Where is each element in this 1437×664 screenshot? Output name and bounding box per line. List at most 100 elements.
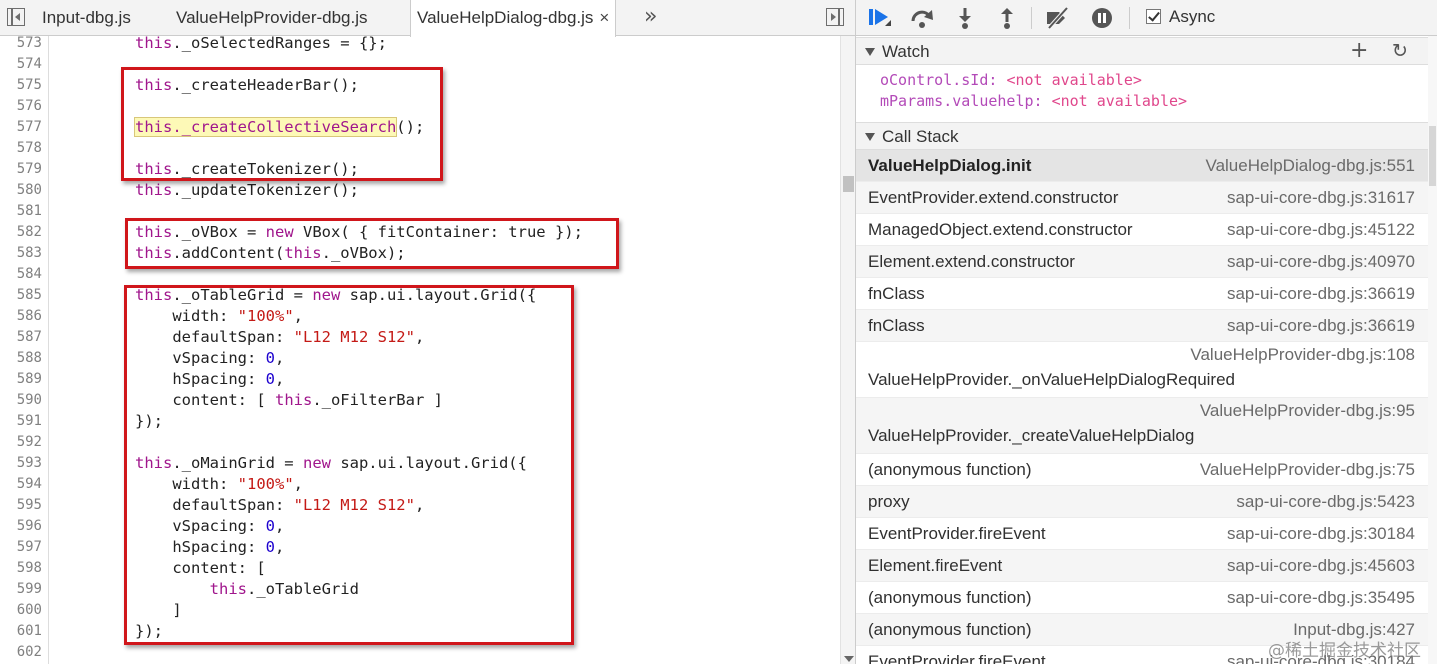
- close-tab-icon[interactable]: ×: [599, 8, 609, 27]
- watch-item[interactable]: oControl.sId: <not available>: [880, 70, 1142, 91]
- call-frame-location[interactable]: ValueHelpProvider-dbg.js:95: [1200, 401, 1415, 421]
- tab-valuehelpprovider-dbg[interactable]: ValueHelpProvider-dbg.js: [176, 0, 368, 36]
- toolbar-divider: [1031, 7, 1032, 29]
- line-number-gutter[interactable]: 573 574 575 576 577 578 579 580 581 582 583 584 585 5…: [0, 33, 49, 664]
- debugger-sidebar: Async Watch + ↻ oControl.sId: <not avail…: [856, 0, 1437, 664]
- editor-scrollbar[interactable]: [840, 36, 855, 664]
- line-number[interactable]: 582: [0, 222, 42, 243]
- line-number[interactable]: 602: [0, 642, 42, 663]
- call-frame-location[interactable]: sap-ui-core-dbg.js:36619: [1227, 284, 1415, 304]
- call-frame-location[interactable]: sap-ui-core-dbg.js:45603: [1227, 556, 1415, 576]
- watch-item[interactable]: mParams.valuehelp: <not available>: [880, 91, 1187, 112]
- call-frame-location[interactable]: ValueHelpDialog-dbg.js:551: [1206, 156, 1416, 176]
- step-over-icon[interactable]: [910, 6, 934, 30]
- line-number[interactable]: 600: [0, 600, 42, 621]
- expand-triangle-icon[interactable]: [865, 48, 875, 56]
- toggle-debugger-icon[interactable]: [826, 8, 844, 26]
- toolbar-divider: [1129, 7, 1130, 29]
- call-frame-function: (anonymous function): [868, 460, 1032, 479]
- line-number[interactable]: 574: [0, 54, 42, 75]
- code-line: this._updateTokenizer();: [135, 181, 359, 199]
- code-line: this._oSelectedRanges = {};: [135, 34, 387, 52]
- call-frame-function: EventProvider.extend.constructor: [868, 188, 1119, 207]
- call-frame[interactable]: (anonymous function) ValueHelpProvider-db…: [856, 454, 1428, 486]
- line-number[interactable]: 588: [0, 348, 42, 369]
- call-frame-location[interactable]: sap-ui-core-dbg.js:31617: [1227, 188, 1415, 208]
- call-frame-function: proxy: [868, 492, 910, 511]
- call-stack-section-header[interactable]: Call Stack: [856, 122, 1428, 150]
- call-frame[interactable]: fnClass sap-ui-core-dbg.js:36619: [856, 278, 1428, 310]
- line-number[interactable]: 586: [0, 306, 42, 327]
- call-frame-function: ValueHelpDialog.init: [868, 156, 1032, 175]
- annotation-box-grids: [124, 285, 574, 645]
- resume-icon[interactable]: [867, 6, 891, 30]
- line-number[interactable]: 580: [0, 180, 42, 201]
- call-frame-location[interactable]: ValueHelpProvider-dbg.js:75: [1200, 460, 1415, 480]
- async-checkbox[interactable]: [1146, 9, 1161, 24]
- line-number[interactable]: 592: [0, 432, 42, 453]
- tab-input-dbg[interactable]: Input-dbg.js: [42, 0, 131, 36]
- call-frame-location[interactable]: sap-ui-core-dbg.js:35495: [1227, 588, 1415, 608]
- line-number[interactable]: 583: [0, 243, 42, 264]
- call-frame[interactable]: ManagedObject.extend.constructor sap-ui-c…: [856, 214, 1428, 246]
- pause-on-exceptions-icon[interactable]: [1090, 6, 1114, 30]
- line-number[interactable]: 577: [0, 117, 42, 138]
- line-number[interactable]: 573: [0, 33, 42, 54]
- call-frame[interactable]: fnClass sap-ui-core-dbg.js:36619: [856, 310, 1428, 342]
- add-watch-icon[interactable]: +: [1350, 40, 1368, 62]
- editor-scrollbar-thumb[interactable]: [843, 176, 854, 192]
- step-out-icon[interactable]: [995, 6, 1019, 30]
- source-editor: Input-dbg.js ValueHelpProvider-dbg.js Va…: [0, 0, 856, 664]
- call-frame[interactable]: Element.fireEvent sap-ui-core-dbg.js:4560…: [856, 550, 1428, 582]
- call-frame[interactable]: ValueHelpProvider._createValueHelpDialog…: [856, 398, 1428, 454]
- line-number[interactable]: 593: [0, 453, 42, 474]
- call-frame-location[interactable]: sap-ui-core-dbg.js:5423: [1236, 492, 1415, 512]
- call-frame-function: ManagedObject.extend.constructor: [868, 220, 1133, 239]
- call-frame-location[interactable]: ValueHelpProvider-dbg.js:108: [1190, 345, 1415, 365]
- tab-valuehelpdialog-dbg[interactable]: ValueHelpDialog-dbg.js ×: [410, 0, 617, 37]
- sidebar-scrollbar-thumb[interactable]: [1429, 126, 1436, 186]
- line-number[interactable]: 601: [0, 621, 42, 642]
- line-number[interactable]: 575: [0, 75, 42, 96]
- line-number[interactable]: 598: [0, 558, 42, 579]
- call-frame[interactable]: EventProvider.fireEvent sap-ui-core-dbg.j…: [856, 518, 1428, 550]
- line-number[interactable]: 587: [0, 327, 42, 348]
- line-number[interactable]: 595: [0, 495, 42, 516]
- line-number[interactable]: 578: [0, 138, 42, 159]
- watch-section-header[interactable]: Watch + ↻: [856, 37, 1428, 65]
- line-number[interactable]: 597: [0, 537, 42, 558]
- deactivate-breakpoints-icon[interactable]: [1045, 6, 1069, 30]
- call-frame[interactable]: Element.extend.constructor sap-ui-core-db…: [856, 246, 1428, 278]
- line-number[interactable]: 581: [0, 201, 42, 222]
- call-frame-location[interactable]: sap-ui-core-dbg.js:45122: [1227, 220, 1415, 240]
- line-number[interactable]: 594: [0, 474, 42, 495]
- line-number[interactable]: 591: [0, 411, 42, 432]
- call-frame-location[interactable]: sap-ui-core-dbg.js:30184: [1227, 524, 1415, 544]
- refresh-watch-icon[interactable]: ↻: [1392, 40, 1408, 62]
- call-frame-location[interactable]: sap-ui-core-dbg.js:40970: [1227, 252, 1415, 272]
- toggle-navigator-icon[interactable]: [7, 8, 25, 26]
- call-frame-function: EventProvider.fireEvent: [868, 524, 1046, 543]
- line-number[interactable]: 584: [0, 264, 42, 285]
- scroll-down-icon[interactable]: [844, 656, 854, 662]
- tab-label: Input-dbg.js: [42, 8, 131, 27]
- step-into-icon[interactable]: [953, 6, 977, 30]
- more-tabs-icon[interactable]: »: [644, 0, 657, 36]
- line-number[interactable]: 589: [0, 369, 42, 390]
- call-frame[interactable]: EventProvider.extend.constructor sap-ui-c…: [856, 182, 1428, 214]
- line-number[interactable]: 596: [0, 516, 42, 537]
- line-number[interactable]: 576: [0, 96, 42, 117]
- call-frame[interactable]: ValueHelpProvider._onValueHelpDialogRequ…: [856, 342, 1428, 398]
- line-number[interactable]: 590: [0, 390, 42, 411]
- call-frame-location[interactable]: sap-ui-core-dbg.js:36619: [1227, 316, 1415, 336]
- line-number[interactable]: 599: [0, 579, 42, 600]
- call-frame[interactable]: ValueHelpDialog.init ValueHelpDialog-dbg.…: [856, 150, 1428, 182]
- annotation-box-vbox: [125, 218, 619, 269]
- expand-triangle-icon[interactable]: [865, 133, 875, 141]
- sidebar-scrollbar[interactable]: [1428, 36, 1437, 664]
- call-frame[interactable]: proxy sap-ui-core-dbg.js:5423: [856, 486, 1428, 518]
- call-frame[interactable]: (anonymous function) sap-ui-core-dbg.js:3…: [856, 582, 1428, 614]
- call-frame-function: ValueHelpProvider._onValueHelpDialogRequ…: [868, 370, 1235, 389]
- line-number[interactable]: 579: [0, 159, 42, 180]
- line-number[interactable]: 585: [0, 285, 42, 306]
